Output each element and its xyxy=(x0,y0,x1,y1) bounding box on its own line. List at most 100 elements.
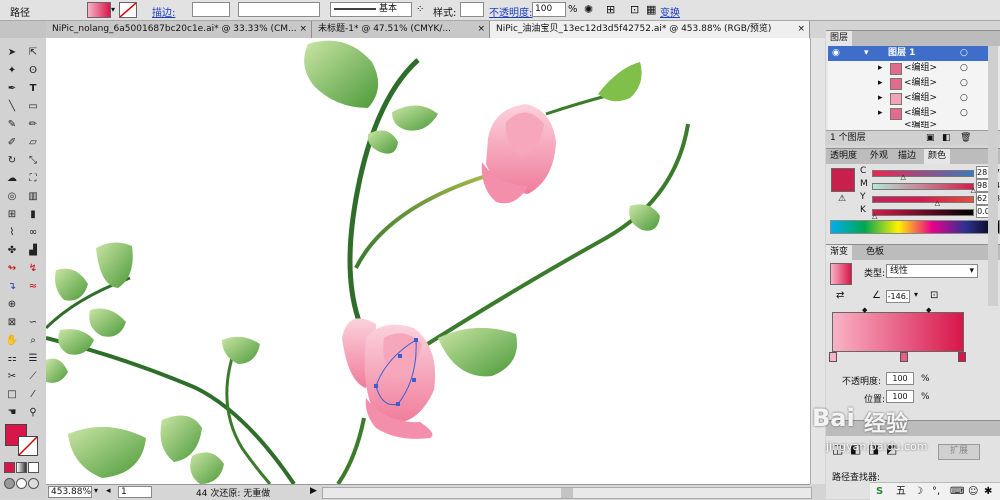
anchor-point[interactable] xyxy=(398,354,402,358)
anchor-point[interactable] xyxy=(414,338,418,342)
layer-row[interactable]: ▸ <编组> ○ xyxy=(828,76,998,92)
zoom-field[interactable]: 453.88% xyxy=(48,486,92,498)
stroke-weight-field[interactable] xyxy=(192,2,230,17)
tab-transparency[interactable]: 透明度 xyxy=(826,149,861,164)
reverse-gradient-icon[interactable]: ⇄ xyxy=(836,290,844,301)
target-icon[interactable]: ○ xyxy=(960,91,968,106)
selection-tool-icon[interactable]: ➤ xyxy=(2,44,22,61)
stroke-label[interactable]: 描边: xyxy=(152,4,175,19)
magic-wand-tool-icon[interactable]: ✦ xyxy=(2,62,22,79)
scrollbar-thumb[interactable] xyxy=(561,488,573,498)
color-mode-icon[interactable] xyxy=(4,462,15,473)
tab-gradient[interactable]: 渐变 xyxy=(826,245,853,260)
midpoint-diamond-icon[interactable]: ◆ xyxy=(926,306,931,314)
slice-tool-icon[interactable]: ∽ xyxy=(23,314,43,331)
angle-field[interactable]: -146. xyxy=(886,290,910,303)
anchor-point[interactable] xyxy=(396,402,400,406)
gradient-stop[interactable] xyxy=(829,352,837,362)
gradient-mode-icon[interactable] xyxy=(16,462,27,473)
hand-pan-icon[interactable]: ☚ xyxy=(2,404,22,421)
lasso-tool-icon[interactable]: ʘ xyxy=(23,62,43,79)
tab-swatches[interactable]: 色板 xyxy=(862,245,888,260)
reference-point-icon[interactable]: ▦ xyxy=(646,3,656,16)
eye-icon[interactable]: ◉ xyxy=(832,46,840,61)
recolor-icon[interactable]: ✺ xyxy=(584,3,593,16)
slider-thumb[interactable]: △ xyxy=(900,173,905,181)
tab-appearance[interactable]: 外观 xyxy=(866,149,892,164)
type-tool-icon[interactable]: T xyxy=(23,80,43,97)
close-icon[interactable]: × xyxy=(299,21,307,38)
warp-path-tool-icon[interactable]: ≈ xyxy=(23,278,43,295)
measure-tool-icon[interactable]: ⟋ xyxy=(23,368,43,385)
moon-icon[interactable]: ☽ xyxy=(914,483,923,500)
layer-row[interactable]: ▸ <编组> ○ xyxy=(828,106,998,122)
line-tool-icon[interactable]: ╲ xyxy=(2,98,22,115)
channel-slider[interactable] xyxy=(872,209,974,216)
expand-arrow-icon[interactable]: ▸ xyxy=(878,61,883,76)
rectangle-tool-icon[interactable]: ▭ xyxy=(23,98,43,115)
chart-tool-icon[interactable]: ⚏ xyxy=(2,350,22,367)
stop-opacity-field[interactable]: 100 xyxy=(886,372,914,385)
channel-slider[interactable] xyxy=(872,170,974,177)
eraser-tool-icon[interactable]: ▱ xyxy=(23,134,43,151)
angle-dropdown-icon[interactable]: ▾ xyxy=(914,290,918,299)
knife-tool-icon[interactable]: ⁄ xyxy=(23,386,43,403)
gradient-ramp[interactable] xyxy=(832,312,964,352)
free-transform-tool-icon[interactable]: ⛶ xyxy=(23,170,43,187)
slider-thumb[interactable]: △ xyxy=(935,199,940,207)
style-swatch[interactable] xyxy=(460,2,484,17)
channel-slider[interactable] xyxy=(872,183,974,190)
keyboard-icon[interactable]: ⌨ xyxy=(950,483,964,500)
zoom-dropdown-icon[interactable]: ▾ xyxy=(94,486,98,495)
transform-handles-icon[interactable]: ⊡ xyxy=(630,3,639,16)
layer-row[interactable]: ▸ <编组> ○ xyxy=(828,61,998,77)
new-layer-icon[interactable]: ▣ xyxy=(926,131,935,145)
status-menu-icon[interactable]: ▶ xyxy=(310,486,317,496)
stroke-none-swatch[interactable] xyxy=(119,2,137,18)
width-tool-icon[interactable]: ↯ xyxy=(23,260,43,277)
close-icon[interactable]: × xyxy=(477,21,485,38)
crosshair-tool-icon[interactable]: ⊕ xyxy=(2,296,22,313)
expand-arrow-icon[interactable]: ▸ xyxy=(878,91,883,106)
close-icon[interactable]: × xyxy=(797,21,805,38)
tab-document-1[interactable]: NiPic_nolang_6a5001687bc20c1e.ai* @ 33.3… xyxy=(46,21,312,38)
draw-inside-icon[interactable] xyxy=(28,478,39,489)
settings-icon[interactable]: ✱ xyxy=(984,483,992,500)
target-icon[interactable]: ○ xyxy=(960,61,968,76)
prev-artboard-icon[interactable]: ◂ xyxy=(106,486,111,496)
none-mode-icon[interactable] xyxy=(28,462,39,473)
fill-swatch[interactable] xyxy=(87,2,111,18)
magnifier-icon[interactable]: ⚲ xyxy=(23,404,43,421)
layout-tool-icon[interactable]: ☰ xyxy=(23,350,43,367)
pen-tool-icon[interactable]: ✒ xyxy=(2,80,22,97)
artboard-canvas[interactable] xyxy=(46,38,810,484)
layer-row[interactable]: ▸ <编组> ○ xyxy=(828,91,998,107)
curvature-tool-icon[interactable]: ↬ xyxy=(2,260,22,277)
anchor-point[interactable] xyxy=(412,378,416,382)
opacity-field[interactable]: 100 xyxy=(532,2,566,17)
out-of-gamut-icon[interactable]: ⚠ xyxy=(838,194,846,204)
target-icon[interactable]: ○ xyxy=(960,106,968,121)
target-icon[interactable]: ○ xyxy=(960,46,968,61)
eyedropper-tool-icon[interactable]: ⌇ xyxy=(2,224,22,241)
eyedropper-sample-icon[interactable]: ✂ xyxy=(2,368,22,385)
delete-layer-icon[interactable]: 🗑 xyxy=(960,131,971,145)
draw-behind-icon[interactable] xyxy=(16,478,27,489)
target-icon[interactable]: ○ xyxy=(960,76,968,91)
tab-color[interactable]: 颜色 xyxy=(924,149,951,164)
warp-tool-icon[interactable]: ☁ xyxy=(2,170,22,187)
tab-document-2[interactable]: 未标题-1* @ 47.51% (CMYK/... × xyxy=(312,21,490,38)
rectangle-small-icon[interactable]: □ xyxy=(2,386,22,403)
channel-slider[interactable] xyxy=(872,196,974,203)
brush-field[interactable]: 基本 xyxy=(330,2,412,17)
anchor-point[interactable] xyxy=(374,384,378,388)
shape-builder-tool-icon[interactable]: ◎ xyxy=(2,188,22,205)
scale-tool-icon[interactable]: ⤡ xyxy=(23,152,43,169)
color-spectrum-bar[interactable] xyxy=(830,220,1000,234)
layer-row[interactable]: ◉ ▾ 图层 1 ○ xyxy=(828,46,998,62)
blob-brush-tool-icon[interactable]: ✐ xyxy=(2,134,22,151)
zoom-tool-icon[interactable]: ⌕ xyxy=(23,332,43,349)
blend-tool-icon[interactable]: ∞ xyxy=(23,224,43,241)
transform-link[interactable]: 变换 xyxy=(660,4,680,19)
symbol-sprayer-tool-icon[interactable]: ✤ xyxy=(2,242,22,259)
